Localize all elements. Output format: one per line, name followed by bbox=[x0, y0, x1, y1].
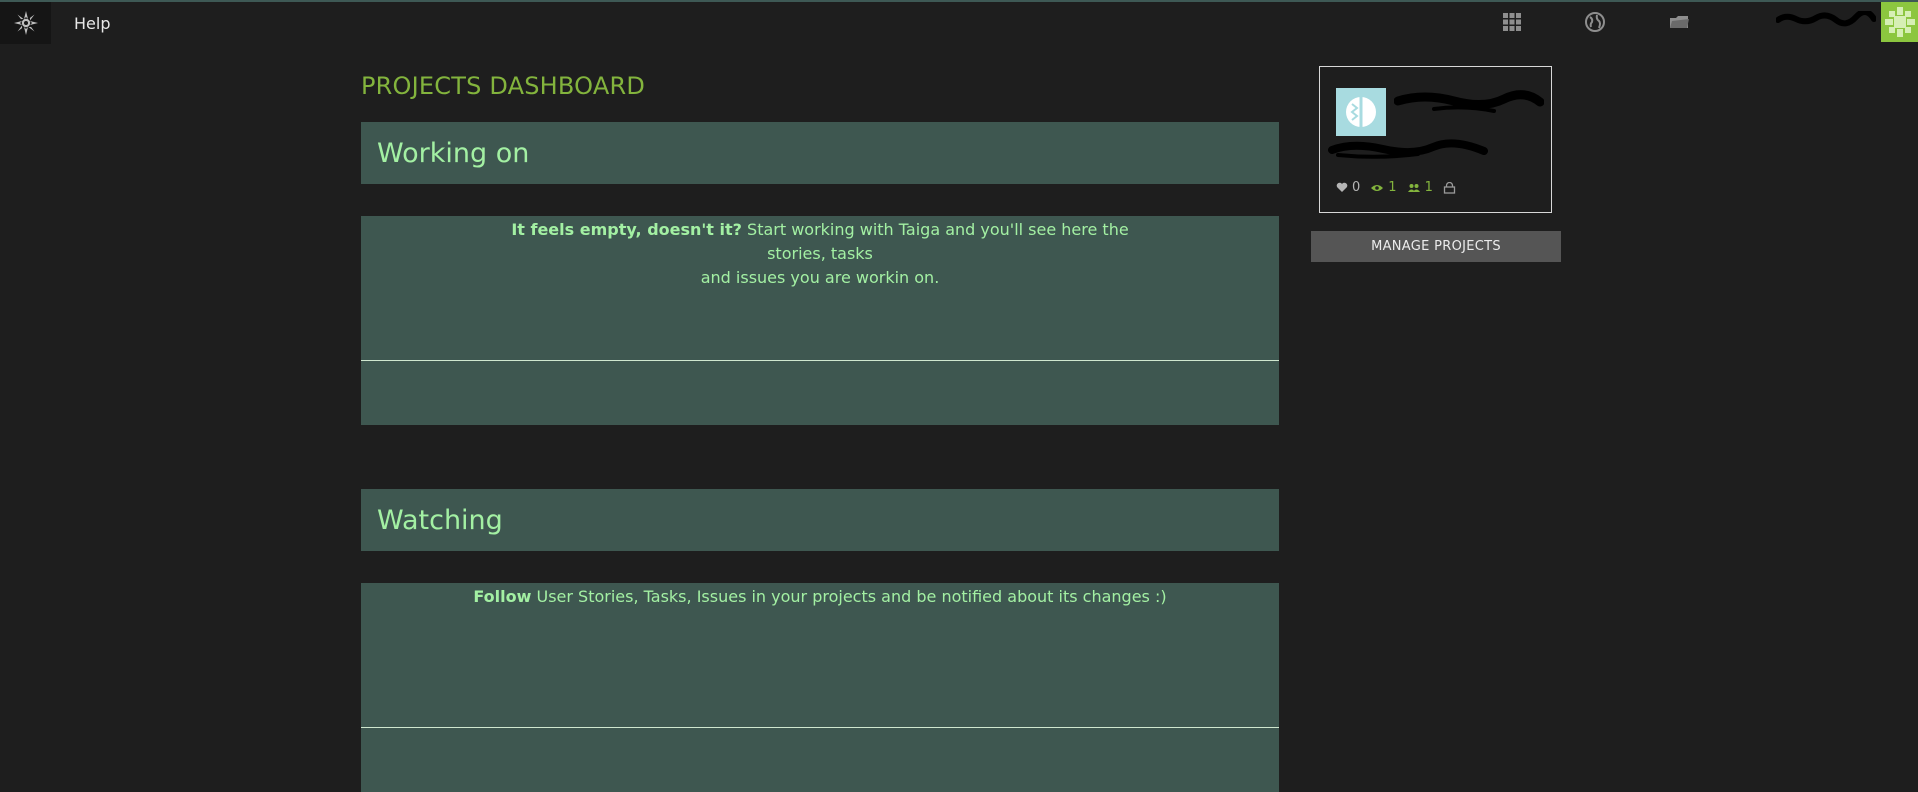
lock-icon bbox=[1443, 181, 1455, 194]
page-title: PROJECTS DASHBOARD bbox=[361, 72, 646, 100]
working-on-panel: It feels empty, doesn't it? Start workin… bbox=[361, 216, 1279, 425]
watching-empty-text: User Stories, Tasks, Issues in your proj… bbox=[536, 587, 1167, 606]
watching-panel: Follow User Stories, Tasks, Issues in yo… bbox=[361, 583, 1279, 792]
watchers-stat: 1 bbox=[1370, 180, 1397, 195]
project-card[interactable]: 0 1 1 bbox=[1319, 66, 1552, 213]
watching-empty-message: Follow User Stories, Tasks, Issues in yo… bbox=[401, 585, 1239, 609]
working-on-title: Working on bbox=[377, 138, 530, 169]
user-avatar-icon bbox=[1884, 7, 1915, 37]
globe-icon bbox=[1585, 12, 1605, 32]
private-stat bbox=[1443, 181, 1456, 194]
working-on-empty-message: It feels empty, doesn't it? Start workin… bbox=[491, 218, 1149, 290]
manage-projects-button[interactable]: MANAGE PROJECTS bbox=[1311, 231, 1561, 262]
grid-icon bbox=[1503, 13, 1521, 31]
heart-icon bbox=[1336, 182, 1348, 192]
redacted-project-name bbox=[1393, 89, 1545, 119]
fans-stat: 0 bbox=[1336, 180, 1360, 195]
discover-button[interactable] bbox=[1583, 10, 1607, 34]
redacted-username bbox=[1775, 9, 1877, 27]
working-on-header: Working on bbox=[361, 122, 1279, 184]
project-logo-icon bbox=[1346, 97, 1376, 127]
watching-header: Watching bbox=[361, 489, 1279, 551]
folder-icon bbox=[1670, 16, 1689, 28]
watching-divider bbox=[361, 727, 1279, 728]
projects-grid-button[interactable] bbox=[1500, 10, 1524, 34]
top-navigation-bar: Help bbox=[0, 2, 1918, 44]
working-on-empty-text-1: Start working with Taiga and you'll see … bbox=[747, 220, 1129, 263]
project-stats: 0 1 1 bbox=[1336, 180, 1456, 195]
inbox-button[interactable] bbox=[1667, 10, 1691, 34]
home-logo-button[interactable] bbox=[0, 2, 51, 44]
members-stat: 1 bbox=[1407, 180, 1433, 195]
working-on-empty-text-2: and issues you are workin on. bbox=[700, 268, 940, 287]
watching-empty-bold: Follow bbox=[473, 587, 532, 606]
working-on-empty-bold: It feels empty, doesn't it? bbox=[511, 220, 742, 239]
taiga-logo-icon bbox=[13, 11, 38, 35]
project-logo[interactable] bbox=[1336, 88, 1386, 136]
fans-count: 0 bbox=[1352, 180, 1361, 195]
redacted-project-description bbox=[1328, 139, 1488, 161]
watching-title: Watching bbox=[377, 505, 503, 536]
watchers-count: 1 bbox=[1388, 180, 1397, 195]
members-count: 1 bbox=[1424, 180, 1433, 195]
eye-icon bbox=[1371, 184, 1384, 191]
members-icon bbox=[1407, 183, 1420, 192]
user-avatar-button[interactable] bbox=[1881, 2, 1918, 42]
help-link[interactable]: Help bbox=[74, 14, 110, 33]
working-on-divider bbox=[361, 360, 1279, 361]
